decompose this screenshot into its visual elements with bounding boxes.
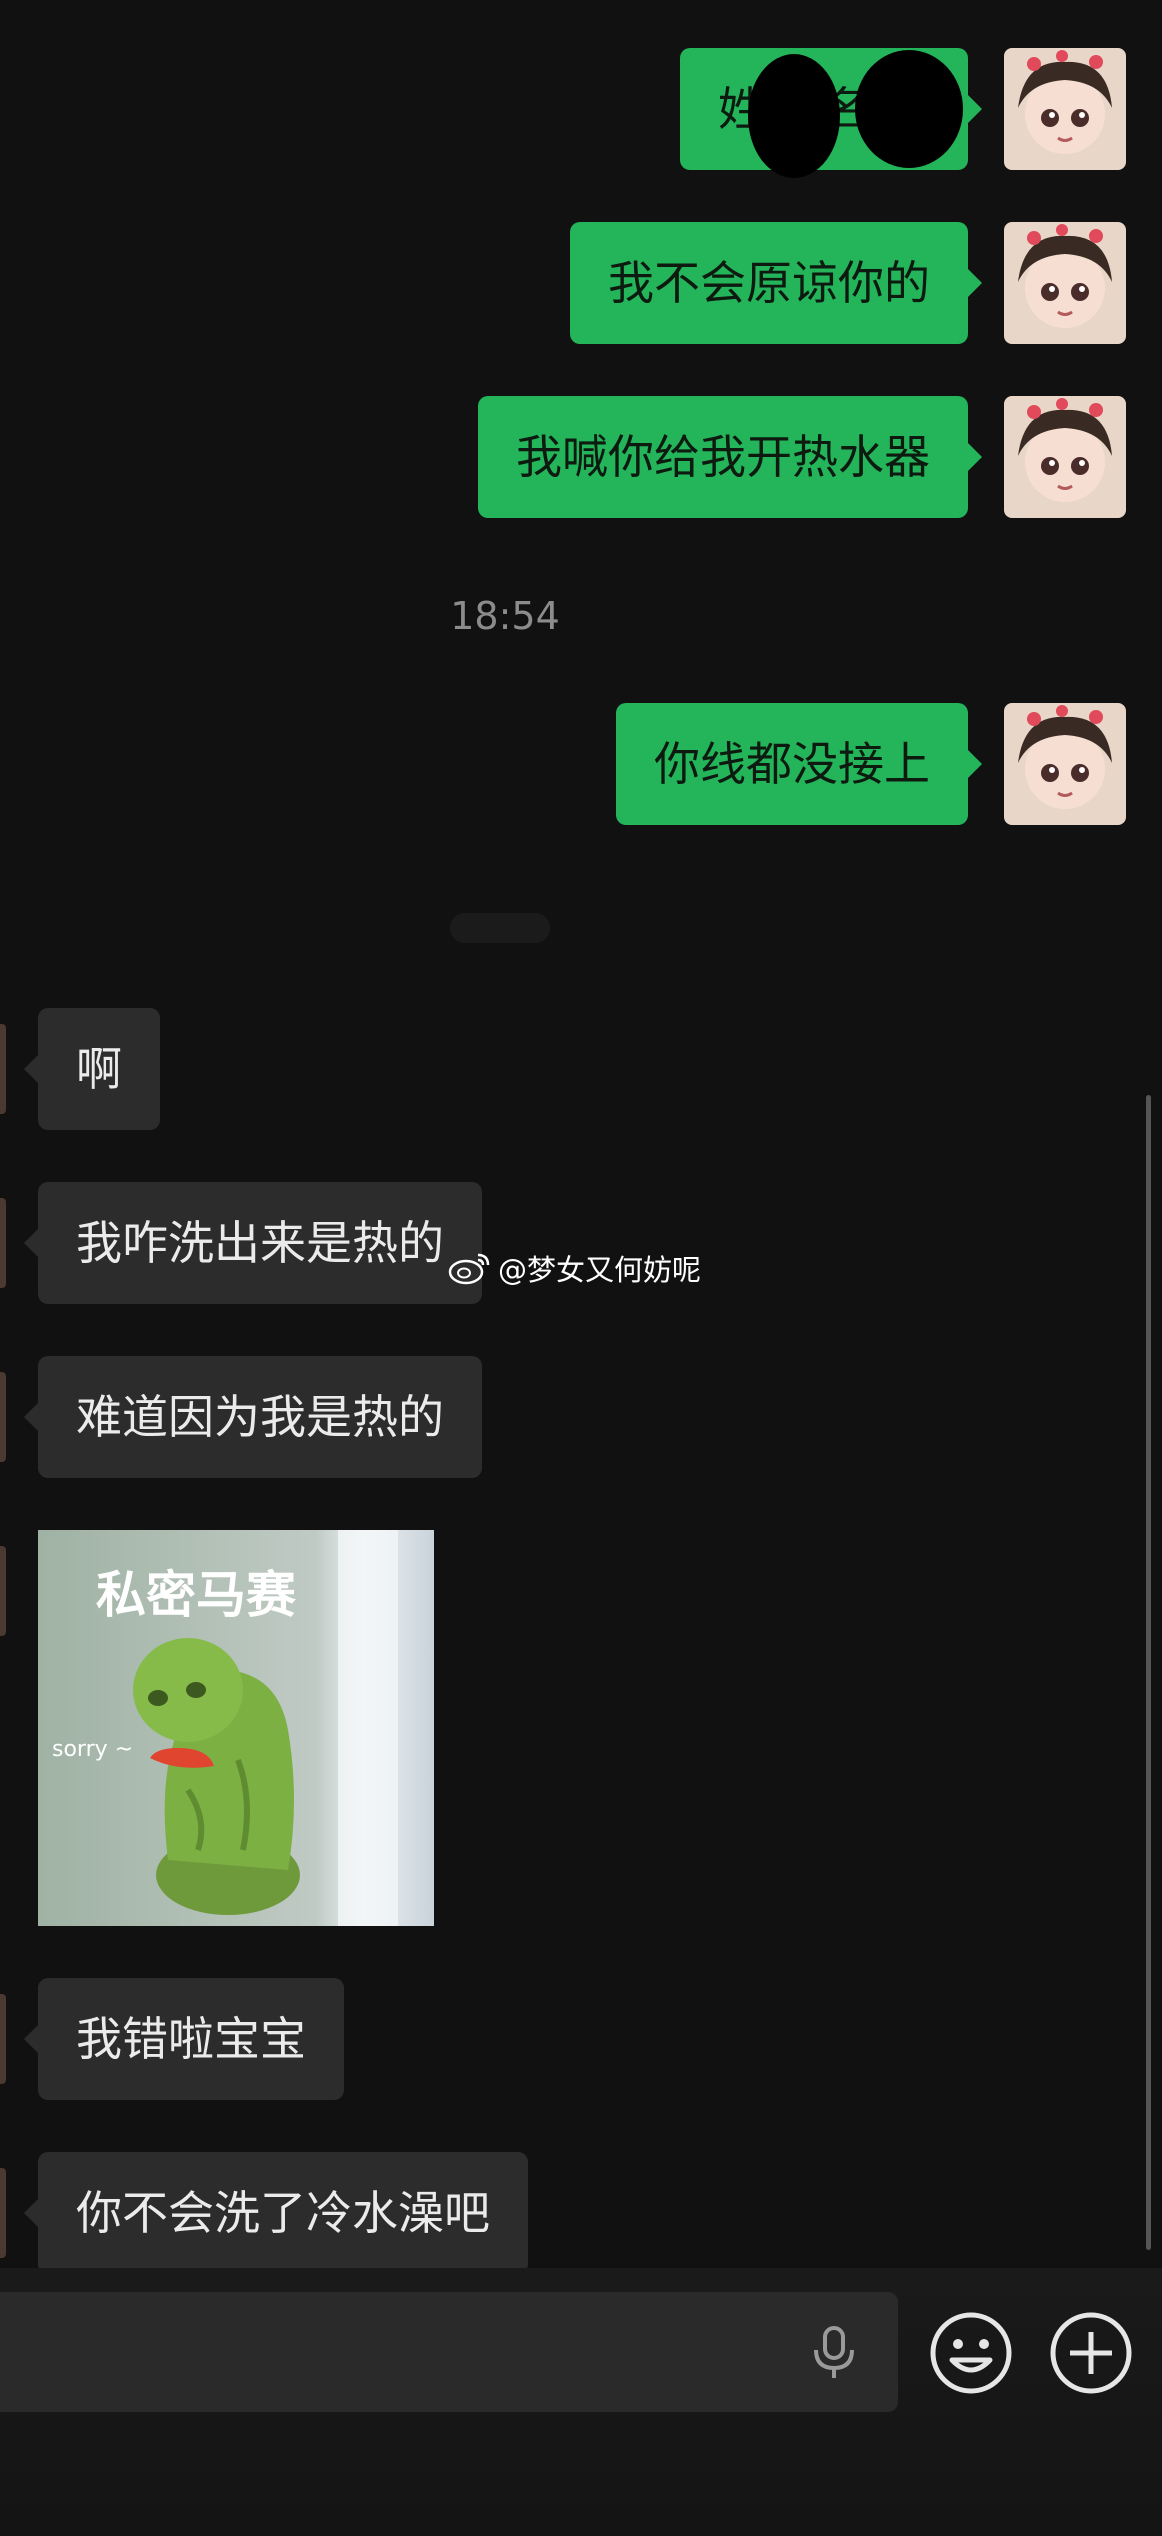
sent-bubble[interactable]: 你线都没接上: [616, 703, 982, 825]
sent-text: 你线都没接上: [654, 737, 930, 791]
plus-icon[interactable]: [1048, 2310, 1134, 2396]
sent-message-row: 你线都没接上: [616, 703, 1126, 825]
received-text: 我错啦宝宝: [76, 2012, 306, 2066]
avatar[interactable]: [0, 1198, 6, 1288]
received-bubble[interactable]: 我错啦宝宝: [24, 1978, 344, 2100]
avatar-image: [1004, 222, 1126, 344]
sent-message-row: 姓名: [680, 48, 1126, 178]
sent-text: 我不会原谅你的: [608, 256, 930, 310]
sticker-title: 私密马赛: [96, 1566, 297, 1624]
sent-bubble[interactable]: 姓名: [680, 48, 982, 178]
watermark-text: @梦女又何妨呢: [498, 1253, 702, 1287]
emoji-icon[interactable]: [928, 2310, 1014, 2396]
sent-bubble[interactable]: 我喊你给我开热水器: [478, 396, 982, 518]
sticker-caption: sorry ~: [52, 1737, 133, 1762]
avatar[interactable]: [1004, 396, 1126, 518]
received-text: 你不会洗了冷水澡吧: [76, 2186, 490, 2240]
avatar[interactable]: [1004, 48, 1126, 170]
sent-message-row: 我不会原谅你的: [570, 222, 1126, 344]
avatar-image: [1004, 396, 1126, 518]
received-text: 难道因为我是热的: [76, 1390, 444, 1444]
avatar[interactable]: [0, 1994, 6, 2084]
sent-bubble[interactable]: 我不会原谅你的: [570, 222, 982, 344]
sticker-art: 私密马赛 sorry ~: [38, 1530, 434, 1926]
redaction-blob: [855, 50, 963, 168]
received-bubble[interactable]: 难道因为我是热的: [24, 1356, 482, 1478]
sent-text: 我喊你给我开热水器: [516, 430, 930, 484]
avatar[interactable]: [1004, 222, 1126, 344]
mic-icon[interactable]: [806, 2322, 862, 2382]
message-input[interactable]: [0, 2292, 898, 2412]
avatar-image: [1004, 703, 1126, 825]
weibo-icon: [448, 1253, 490, 1285]
sent-message-row: 我喊你给我开热水器: [478, 396, 1126, 518]
received-bubble[interactable]: 你不会洗了冷水澡吧: [24, 2152, 528, 2268]
avatar[interactable]: [1004, 703, 1126, 825]
received-bubble[interactable]: 我咋洗出来是热的: [24, 1182, 482, 1304]
avatar[interactable]: [0, 1546, 6, 1636]
chat-area[interactable]: 姓名 我不会原谅你的: [0, 0, 1162, 2268]
blurred-timestamp: [450, 913, 550, 943]
redaction-blob: [748, 54, 840, 178]
received-text: 我咋洗出来是热的: [76, 1216, 444, 1270]
avatar[interactable]: [0, 1024, 6, 1114]
message-timestamp: 18:54: [450, 594, 560, 638]
input-bar: [0, 2268, 1162, 2536]
scrollbar[interactable]: [1146, 1095, 1151, 2250]
received-bubble[interactable]: 啊: [24, 1008, 160, 1130]
avatar[interactable]: [0, 1372, 6, 1462]
avatar-image: [1004, 48, 1126, 170]
received-text: 啊: [76, 1042, 122, 1096]
watermark: @梦女又何妨呢: [448, 1247, 701, 1289]
avatar[interactable]: [0, 2168, 6, 2258]
sticker-image[interactable]: 私密马赛 sorry ~: [38, 1530, 434, 1926]
